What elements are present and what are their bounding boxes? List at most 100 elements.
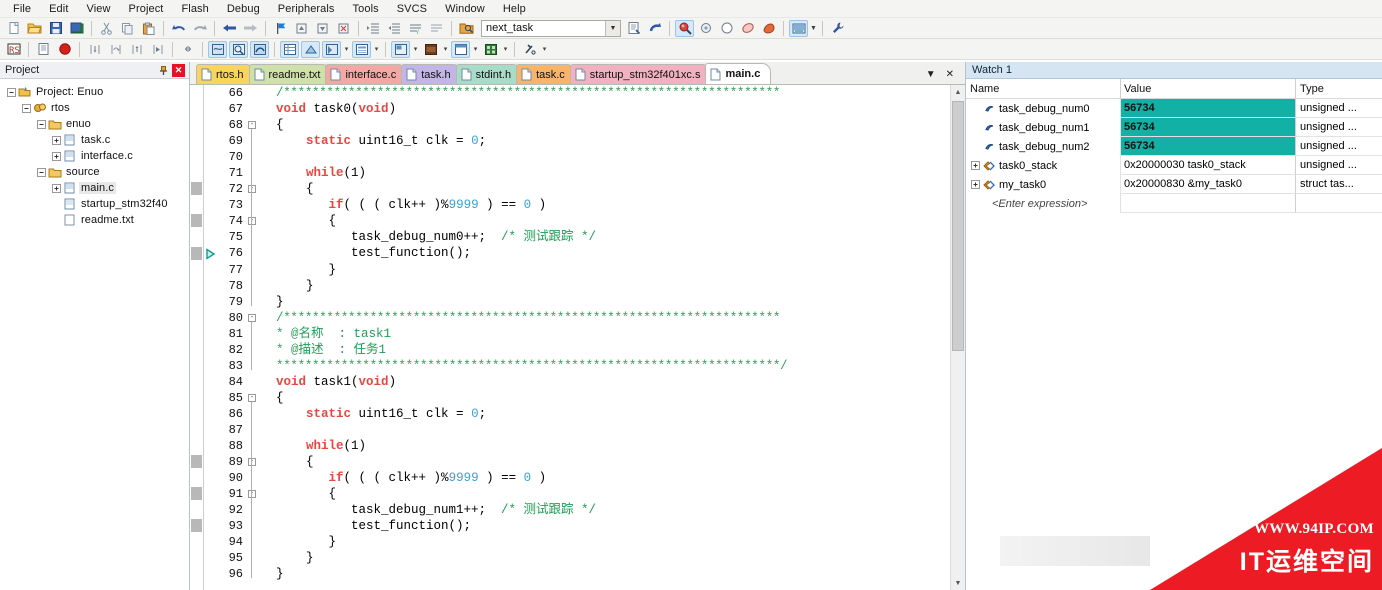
watch-column-header[interactable]: Value bbox=[1121, 79, 1296, 98]
close-icon[interactable]: ✕ bbox=[172, 63, 185, 77]
bookmark-toggle-icon[interactable] bbox=[271, 20, 290, 37]
code-line[interactable]: void task0(void) bbox=[261, 101, 965, 117]
memory-window-icon[interactable] bbox=[352, 40, 371, 58]
call-stack-icon[interactable] bbox=[301, 40, 320, 58]
project-tree[interactable]: Project: Enuo rtos enuo task.c interface.c so… bbox=[0, 79, 189, 590]
tree-item-interface-c[interactable]: interface.c bbox=[0, 148, 189, 164]
uncomment-icon[interactable] bbox=[427, 20, 446, 37]
code-folding-column[interactable]: - - - - - - - bbox=[246, 85, 259, 590]
watch-row[interactable]: task_debug_num0 56734 unsigned ... bbox=[966, 99, 1382, 118]
code-line[interactable]: static uint16_t clk = 0; bbox=[261, 133, 965, 149]
watch-row[interactable]: my_task0 0x20000830 &my_task0 struct tas..… bbox=[966, 175, 1382, 194]
menu-item-project[interactable]: Project bbox=[120, 2, 173, 16]
chevron-down-icon[interactable]: ▾ bbox=[501, 41, 510, 58]
symbols-icon[interactable] bbox=[250, 40, 269, 58]
tree-item-rtos[interactable]: rtos bbox=[0, 100, 189, 116]
editor-tab-readme-txt[interactable]: readme.txt bbox=[248, 64, 332, 84]
find-icon[interactable] bbox=[675, 19, 694, 37]
batch-build-icon[interactable] bbox=[759, 20, 778, 37]
code-line[interactable]: test_function(); bbox=[261, 245, 965, 261]
code-line[interactable]: } bbox=[261, 550, 965, 566]
cut-icon[interactable] bbox=[97, 20, 116, 37]
editor-tab-stdint-h[interactable]: stdint.h bbox=[455, 64, 523, 84]
code-line[interactable] bbox=[261, 149, 965, 165]
chevron-down-icon[interactable]: ▾ bbox=[540, 41, 549, 58]
watch-value-cell[interactable]: 56734 bbox=[1121, 118, 1296, 137]
fold-toggle-icon[interactable]: - bbox=[248, 121, 256, 130]
scroll-down-arrow-icon[interactable]: ▼ bbox=[951, 576, 965, 590]
code-line[interactable] bbox=[261, 422, 965, 438]
breakpoint-gutter[interactable] bbox=[204, 85, 218, 590]
code-line[interactable]: while(1) bbox=[261, 165, 965, 181]
code-line[interactable]: { bbox=[261, 117, 965, 133]
editor-tab-task-c[interactable]: task.c bbox=[516, 64, 576, 84]
watch-expression-input[interactable]: <Enter expression> bbox=[966, 194, 1121, 213]
trace-window-icon[interactable] bbox=[451, 40, 470, 58]
step-out-icon[interactable] bbox=[127, 41, 146, 58]
collapse-toggle-icon[interactable] bbox=[36, 119, 47, 130]
tree-item-main-c[interactable]: main.c bbox=[0, 180, 189, 196]
watch-name-cell[interactable]: task0_stack bbox=[966, 156, 1121, 175]
watch-value-cell[interactable]: 56734 bbox=[1121, 99, 1296, 118]
tree-item-readme-txt[interactable]: readme.txt bbox=[0, 212, 189, 228]
chevron-down-icon[interactable]: ▾ bbox=[411, 41, 420, 58]
editor-tab-main-c[interactable]: main.c bbox=[705, 63, 772, 84]
disassembly-icon[interactable] bbox=[229, 40, 248, 58]
menu-item-edit[interactable]: Edit bbox=[40, 2, 77, 16]
tree-item-task-c[interactable]: task.c bbox=[0, 132, 189, 148]
load-icon[interactable] bbox=[34, 41, 53, 58]
stop-debug-icon[interactable] bbox=[55, 41, 74, 58]
copy-icon[interactable] bbox=[118, 20, 137, 37]
watch-name-cell[interactable]: my_task0 bbox=[966, 175, 1121, 194]
fold-toggle-icon[interactable]: - bbox=[248, 217, 256, 226]
code-line[interactable]: { bbox=[261, 390, 965, 406]
menu-item-peripherals[interactable]: Peripherals bbox=[269, 2, 344, 16]
step-into-icon[interactable] bbox=[85, 41, 104, 58]
fold-toggle-icon[interactable]: - bbox=[248, 185, 256, 194]
chevron-down-icon[interactable]: ▼ bbox=[605, 20, 620, 36]
expand-toggle-icon[interactable] bbox=[51, 183, 62, 194]
menu-item-tools[interactable]: Tools bbox=[344, 2, 388, 16]
find-combo-value[interactable]: next_task bbox=[482, 22, 605, 34]
watch-entry-value-cell[interactable] bbox=[1121, 194, 1296, 213]
new-file-icon[interactable] bbox=[4, 20, 23, 37]
tree-item-startup-stm32f40[interactable]: startup_stm32f40 bbox=[0, 196, 189, 212]
goto-definition-icon[interactable] bbox=[645, 20, 664, 37]
source-code-text[interactable]: /***************************************… bbox=[259, 85, 965, 590]
code-line[interactable]: while(1) bbox=[261, 438, 965, 454]
menu-item-file[interactable]: File bbox=[4, 2, 40, 16]
tree-item-source[interactable]: source bbox=[0, 164, 189, 180]
registers-icon[interactable] bbox=[280, 40, 299, 58]
scroll-up-arrow-icon[interactable]: ▲ bbox=[951, 85, 965, 99]
code-line[interactable]: { bbox=[261, 213, 965, 229]
code-line[interactable]: } bbox=[261, 278, 965, 294]
watch-name-cell[interactable]: task_debug_num1 bbox=[966, 118, 1121, 137]
editor-tab-rtos-h[interactable]: rtos.h bbox=[196, 64, 255, 84]
code-line[interactable]: { bbox=[261, 486, 965, 502]
fold-toggle-icon[interactable]: - bbox=[248, 490, 256, 499]
command-window-icon[interactable] bbox=[208, 40, 227, 58]
watch-entry-row[interactable]: <Enter expression> bbox=[966, 194, 1382, 213]
undo-icon[interactable] bbox=[169, 20, 188, 37]
menu-item-help[interactable]: Help bbox=[494, 2, 535, 16]
redo-icon[interactable] bbox=[190, 20, 209, 37]
fold-toggle-icon[interactable]: - bbox=[248, 393, 256, 402]
target-options-icon[interactable] bbox=[696, 20, 715, 37]
code-line[interactable]: void task1(void) bbox=[261, 374, 965, 390]
code-line[interactable]: } bbox=[261, 294, 965, 310]
expand-toggle-icon[interactable] bbox=[51, 151, 62, 162]
chevron-down-icon[interactable]: ▼ bbox=[809, 20, 818, 37]
editor-tab-startup-stm32f401xc-s[interactable]: startup_stm32f401xc.s bbox=[569, 64, 712, 84]
find-combo[interactable]: next_task ▼ bbox=[481, 19, 621, 37]
watch-row[interactable]: task0_stack 0x20000030 task0_stack unsigne… bbox=[966, 156, 1382, 175]
bookmark-next-icon[interactable] bbox=[313, 20, 332, 37]
code-line[interactable]: test_function(); bbox=[261, 518, 965, 534]
code-line[interactable]: task_debug_num1++; /* 测试跟踪 */ bbox=[261, 502, 965, 518]
watch-row[interactable]: task_debug_num2 56734 unsigned ... bbox=[966, 137, 1382, 156]
indent-icon[interactable] bbox=[364, 20, 383, 37]
collapse-toggle-icon[interactable] bbox=[6, 87, 17, 98]
browse-symbol-icon[interactable] bbox=[624, 20, 643, 37]
expand-toggle-icon[interactable] bbox=[970, 161, 981, 170]
editor-vertical-scrollbar[interactable]: ▲ ▼ bbox=[950, 85, 965, 590]
show-next-statement-icon[interactable] bbox=[178, 41, 197, 58]
